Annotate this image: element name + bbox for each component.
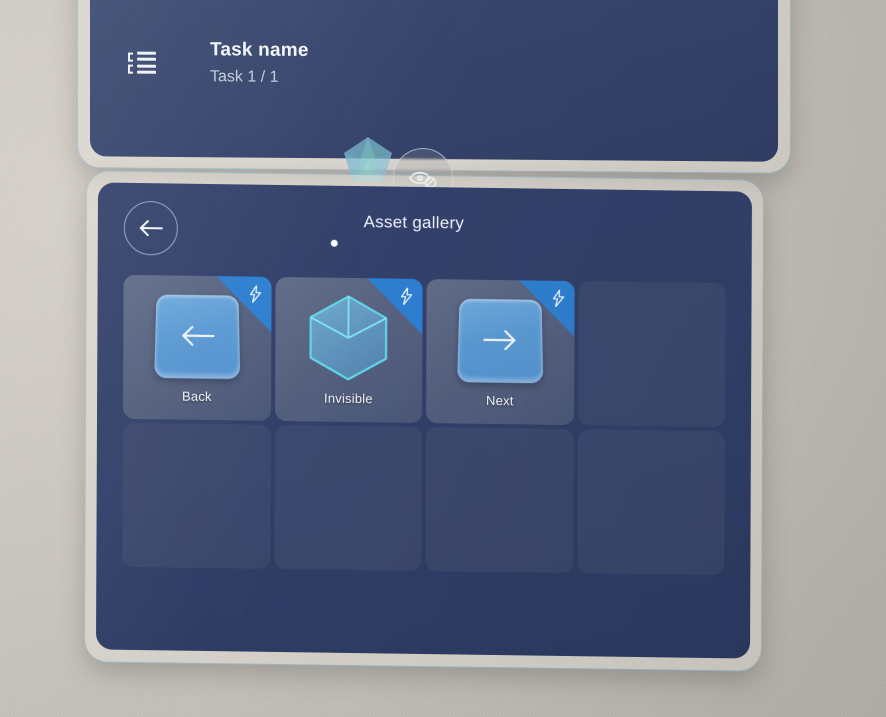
task-step-counter: Task 1 / 1 (210, 68, 279, 86)
asset-cell-next[interactable]: Next (425, 279, 575, 426)
asset-gallery-panel: Asset gallery Back Invisible Next (95, 182, 753, 659)
asset-cell-empty[interactable] (577, 281, 726, 428)
asset-grid: Back Invisible Next (122, 274, 726, 576)
mixed-reality-scene: Task name Task 1 / 1 Asset gallery Back … (0, 0, 886, 717)
page-dot-active[interactable] (330, 239, 338, 247)
asset-label: Next (486, 392, 514, 409)
asset-cell-invisible[interactable]: Invisible (274, 276, 423, 423)
task-text-block: Task name Task 1 / 1 (210, 36, 309, 89)
asset-label: Invisible (323, 390, 373, 407)
asset-label: Back (181, 388, 212, 405)
asset-cell-empty[interactable] (273, 424, 422, 571)
gallery-header: Asset gallery (98, 182, 752, 277)
asset-gallery-frame: Asset gallery Back Invisible Next (84, 171, 764, 671)
wireframe-cube-icon (309, 295, 388, 381)
asset-thumbnail-back (123, 289, 271, 383)
task-list-icon (128, 50, 156, 76)
asset-cell-empty[interactable] (122, 422, 271, 569)
task-title: Task name (210, 39, 309, 62)
asset-cell-empty[interactable] (425, 427, 574, 574)
asset-cell-empty[interactable] (576, 429, 725, 576)
task-panel-frame: Task name Task 1 / 1 (78, 0, 790, 173)
task-panel: Task name Task 1 / 1 (90, 0, 778, 162)
pagination-dots[interactable] (98, 236, 752, 252)
arrow-left-icon (177, 323, 215, 349)
asset-thumbnail-next (426, 293, 574, 387)
page-title: Asset gallery (363, 212, 465, 233)
arrow-right-icon (482, 327, 520, 353)
asset-cell-back[interactable]: Back (122, 274, 272, 421)
asset-thumbnail-invisible (275, 291, 423, 385)
